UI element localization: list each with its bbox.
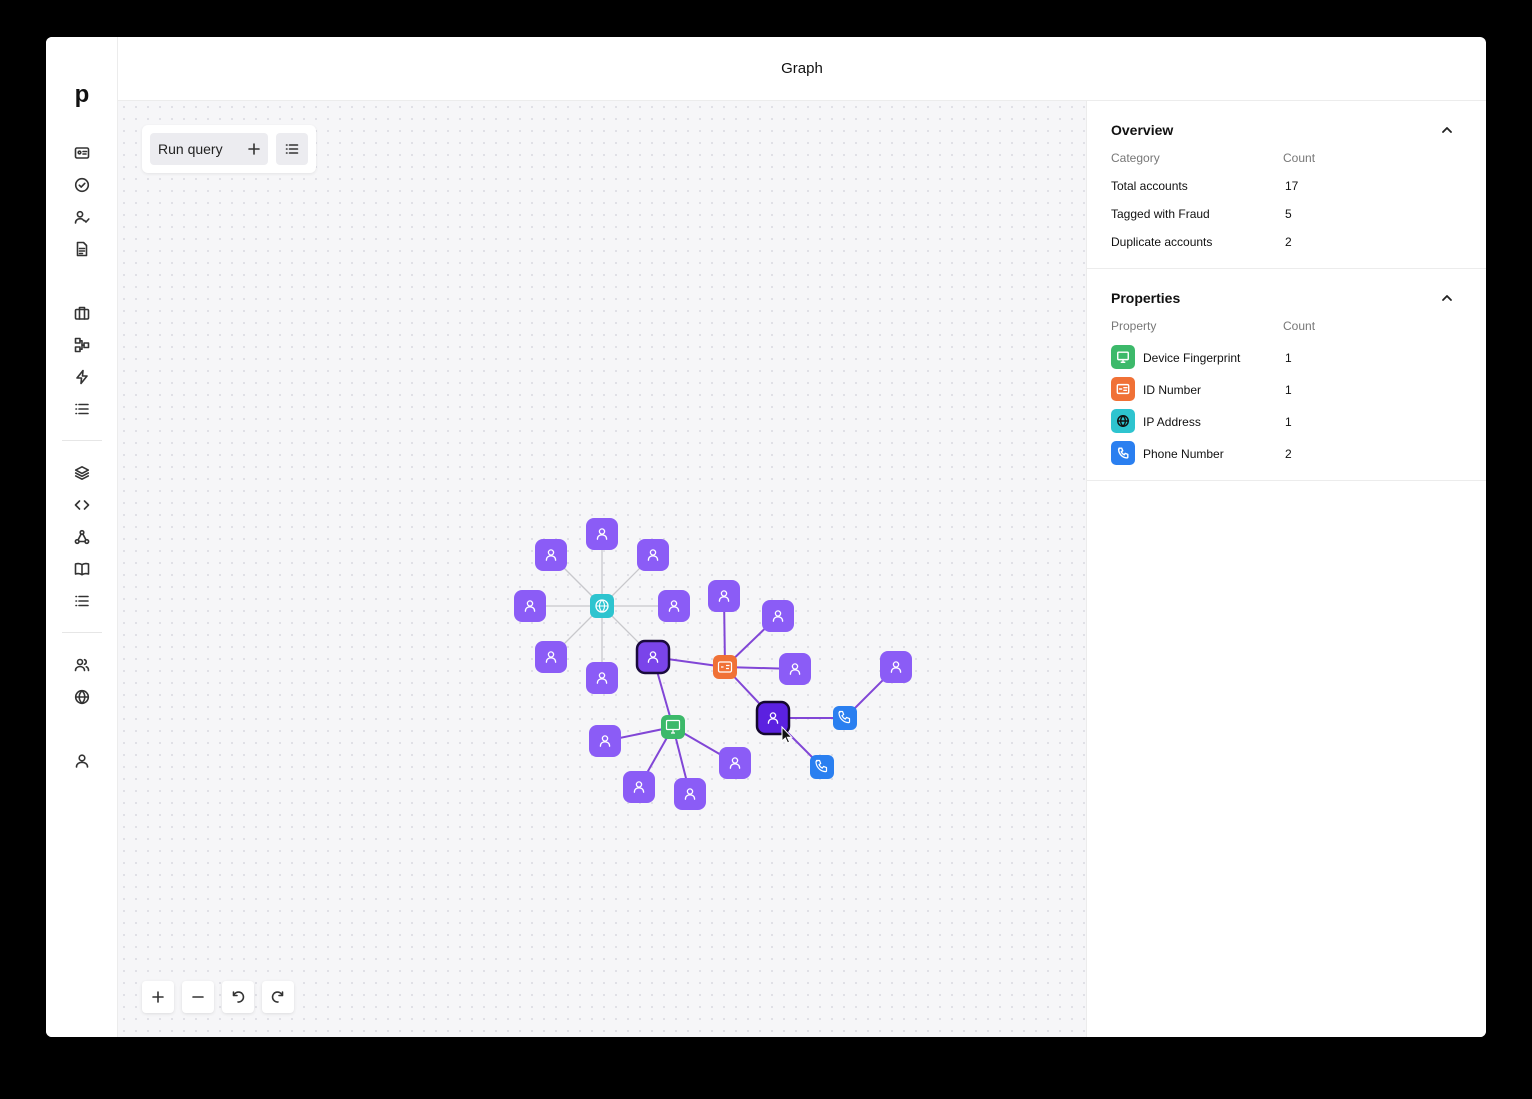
phone-number-node[interactable] — [833, 706, 857, 730]
account-node[interactable] — [623, 771, 655, 803]
properties-section: Properties Property Count Device Fingerp… — [1087, 269, 1486, 481]
id-number-node[interactable] — [713, 655, 737, 679]
property-label: Phone Number — [1143, 447, 1224, 461]
overview-title: Overview — [1111, 122, 1174, 138]
col-header-count: Count — [1283, 319, 1316, 333]
layers-icon[interactable] — [70, 461, 94, 485]
property-label: IP Address — [1143, 415, 1201, 429]
sidebar-nav: p — [46, 37, 118, 1037]
redo-button[interactable] — [262, 981, 294, 1013]
run-query-button[interactable]: Run query — [158, 141, 223, 157]
zoom-out-button[interactable] — [182, 981, 214, 1013]
list-icon[interactable] — [70, 589, 94, 613]
ip-address-node[interactable] — [590, 594, 614, 618]
account-node[interactable] — [880, 651, 912, 683]
id-card-icon[interactable] — [70, 141, 94, 165]
undo-button[interactable] — [222, 981, 254, 1013]
phone-icon — [1111, 441, 1135, 465]
query-list-button[interactable] — [276, 133, 308, 165]
flow-icon[interactable] — [70, 333, 94, 357]
app-window: p Graph Run query Overview Category Coun… — [46, 37, 1486, 1037]
account-node-selected[interactable] — [635, 639, 671, 675]
col-header-category: Category — [1111, 151, 1160, 165]
globe-icon[interactable] — [70, 685, 94, 709]
redo-icon — [271, 991, 284, 1003]
graph-svg[interactable] — [118, 101, 1086, 1037]
account-node[interactable] — [535, 641, 567, 673]
overview-count: 2 — [1285, 235, 1292, 249]
user-icon[interactable] — [70, 749, 94, 773]
account-node[interactable] — [779, 653, 811, 685]
property-label: ID Number — [1143, 383, 1202, 397]
run-query-group: Run query — [150, 133, 268, 165]
document-icon[interactable] — [70, 237, 94, 261]
property-count: 2 — [1285, 447, 1292, 461]
property-label: Device Fingerprint — [1143, 351, 1241, 365]
query-toolbar: Run query — [142, 125, 316, 173]
bolt-icon[interactable] — [70, 365, 94, 389]
col-header-property: Property — [1111, 319, 1157, 333]
overview-label: Total accounts — [1111, 179, 1188, 193]
overview-section: Overview Category Count Total accounts 1… — [1087, 101, 1486, 269]
plus-icon[interactable] — [246, 141, 262, 157]
account-node[interactable] — [762, 600, 794, 632]
minus-icon — [192, 996, 204, 998]
account-node[interactable] — [719, 747, 751, 779]
undo-icon — [232, 991, 245, 1003]
col-header-count: Count — [1283, 151, 1316, 165]
page-header: Graph — [118, 37, 1486, 101]
phone-number-node[interactable] — [810, 755, 834, 779]
code-icon[interactable] — [70, 493, 94, 517]
overview-label: Tagged with Fraud — [1111, 207, 1210, 221]
account-node[interactable] — [708, 580, 740, 612]
user-check-icon[interactable] — [70, 205, 94, 229]
app-logo[interactable]: p — [73, 83, 91, 107]
overview-count: 17 — [1285, 179, 1299, 193]
id-card-icon — [1111, 377, 1135, 401]
globe-icon — [1111, 409, 1135, 433]
plus-icon — [152, 991, 164, 1003]
chevron-up-icon[interactable] — [1439, 122, 1455, 138]
properties-title: Properties — [1111, 290, 1181, 306]
account-node[interactable] — [586, 662, 618, 694]
overview-label: Duplicate accounts — [1111, 235, 1213, 249]
property-count: 1 — [1285, 383, 1292, 397]
details-panel: Overview Category Count Total accounts 1… — [1086, 101, 1486, 1037]
check-circle-icon[interactable] — [70, 173, 94, 197]
graph-canvas[interactable]: Run query — [118, 101, 1086, 1037]
account-node[interactable] — [535, 539, 567, 571]
account-node[interactable] — [637, 539, 669, 571]
property-count: 1 — [1285, 351, 1292, 365]
monitor-icon — [1111, 345, 1135, 369]
property-count: 1 — [1285, 415, 1292, 429]
users-icon[interactable] — [70, 653, 94, 677]
account-node[interactable] — [674, 778, 706, 810]
page-title: Graph — [781, 60, 823, 77]
list-icon — [285, 144, 299, 154]
account-node[interactable] — [658, 590, 690, 622]
overview-count: 5 — [1285, 207, 1292, 221]
device-fingerprint-node[interactable] — [661, 715, 685, 739]
chevron-up-icon[interactable] — [1439, 290, 1455, 306]
account-node[interactable] — [589, 725, 621, 757]
account-node[interactable] — [586, 518, 618, 550]
list-icon[interactable] — [70, 397, 94, 421]
account-node[interactable] — [514, 590, 546, 622]
graph-icon[interactable] — [70, 525, 94, 549]
briefcase-icon[interactable] — [70, 301, 94, 325]
book-icon[interactable] — [70, 557, 94, 581]
zoom-in-button[interactable] — [142, 981, 174, 1013]
